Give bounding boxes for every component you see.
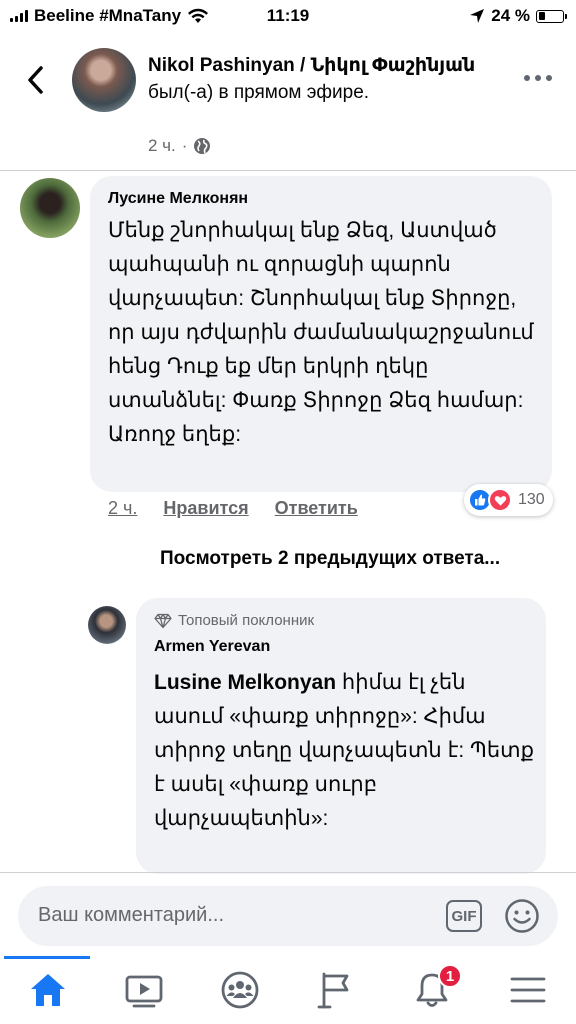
composer-divider <box>0 872 576 873</box>
page-avatar[interactable] <box>72 48 136 112</box>
battery-icon <box>536 9 567 23</box>
sticker-smiley-icon[interactable] <box>504 898 540 934</box>
battery-percent: 24 % <box>491 6 530 25</box>
gif-icon[interactable]: GIF <box>446 900 482 932</box>
notification-count-badge: 1 <box>438 964 462 988</box>
bottom-tab-bar: 1 <box>0 956 576 1024</box>
post-title: Nikol Pashinyan / Նիկոլ Փաշինյան был(-а)… <box>148 52 488 106</box>
home-icon[interactable] <box>28 970 68 1010</box>
comment-composer[interactable]: Ваш комментарий... GIF <box>18 886 558 946</box>
reply-author[interactable]: Armen Yerevan <box>154 638 270 656</box>
diamond-icon <box>154 613 172 628</box>
view-previous-replies-link[interactable]: Посмотреть 2 предыдущих ответа... <box>160 548 500 570</box>
comment-text: Մենք շնորհակալ ենք Ձեզ, Աստված պահպանի ո… <box>108 219 534 446</box>
menu-hamburger-icon[interactable] <box>508 970 548 1010</box>
active-tab-indicator <box>4 956 90 959</box>
post-time[interactable]: 2 ч. <box>148 136 176 156</box>
reaction-count: 130 <box>518 491 545 508</box>
post-meta: 2 ч. · <box>148 136 211 156</box>
reply-text: Lusine Melkonyan հիմա էլ չեն ասում «փառք… <box>154 666 534 836</box>
reactions-summary[interactable]: 130 <box>464 484 553 516</box>
back-chevron-icon[interactable] <box>22 62 52 98</box>
location-arrow-icon <box>470 9 485 23</box>
watch-video-icon[interactable] <box>124 970 164 1010</box>
comment-bubble: Лусине Мелконян Մենք շնորհակալ ենք Ձեզ, … <box>90 176 552 492</box>
comment-actions: 2 ч. Нравится Ответить <box>108 498 358 519</box>
meta-separator: · <box>181 136 188 155</box>
love-icon <box>488 488 512 512</box>
more-options-icon[interactable] <box>524 70 554 86</box>
reply-button[interactable]: Ответить <box>275 498 358 519</box>
comment-author[interactable]: Лусине Мелконян <box>108 190 248 208</box>
top-fan-badge: Топовый поклонник <box>154 612 314 629</box>
reply-body: հիմա էլ չեն ասում «փառք տիրոջը»: Հիմա տի… <box>154 671 534 830</box>
globe-icon <box>194 138 211 154</box>
post-action-text: был(-а) в прямом эфире. <box>148 82 370 103</box>
commenter-avatar[interactable] <box>20 178 80 238</box>
page-name[interactable]: Nikol Pashinyan / Նիկոլ Փաշինյան <box>148 55 475 76</box>
reply-author-avatar[interactable] <box>88 606 126 644</box>
like-button[interactable]: Нравится <box>163 498 248 519</box>
top-fan-label: Топовый поклонник <box>178 612 315 629</box>
header-divider <box>0 170 576 171</box>
pages-flag-icon[interactable] <box>316 970 356 1010</box>
status-bar: Beeline #MnaTany 11:19 24 % <box>0 0 576 34</box>
comment-time[interactable]: 2 ч. <box>108 498 137 519</box>
comment-input-placeholder[interactable]: Ваш комментарий... <box>38 904 224 927</box>
reply-bubble: Топовый поклонник Armen Yerevan Lusine M… <box>136 598 546 874</box>
groups-icon[interactable] <box>220 970 260 1010</box>
mention-tag[interactable]: Lusine Melkonyan <box>154 671 336 694</box>
